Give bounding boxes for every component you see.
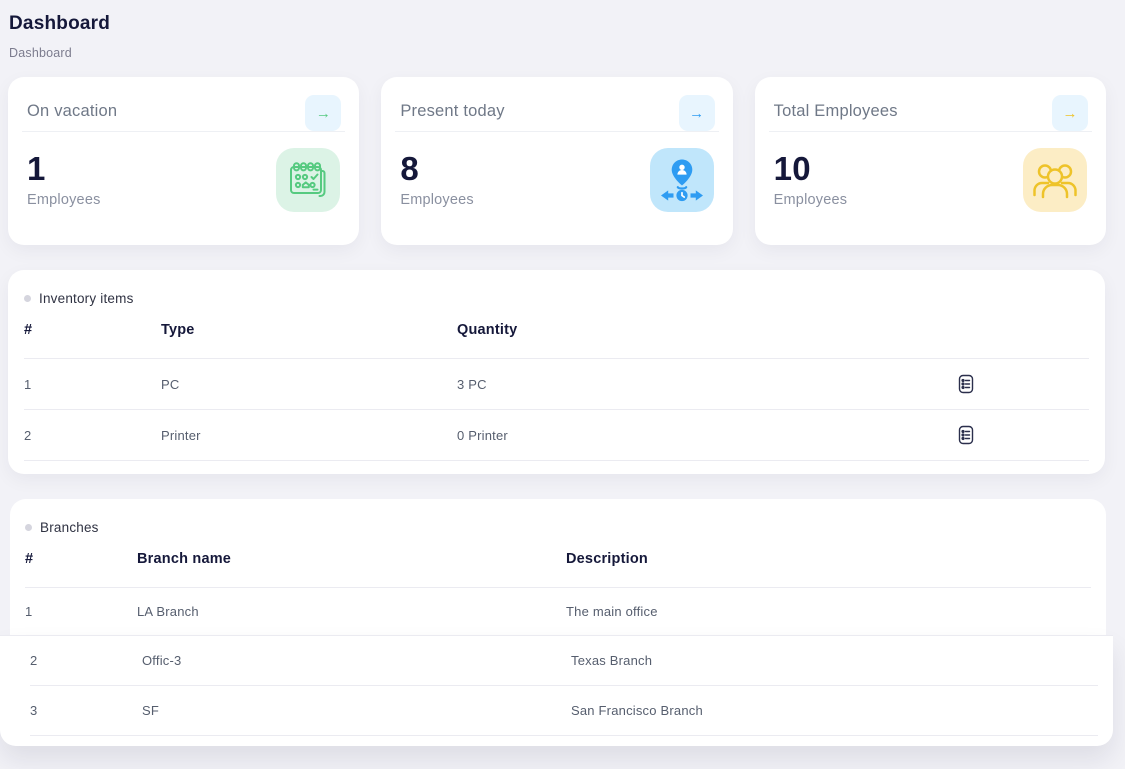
branches-section-title: Branches	[40, 520, 99, 535]
stat-metric: 10 Employees	[774, 152, 848, 208]
inventory-row: 1 PC 3 PC	[24, 359, 1089, 409]
stat-card-total-employees: Total Employees → 10 Employees	[755, 77, 1106, 245]
inventory-table-header: # Type Quantity	[24, 306, 1089, 358]
branch-row: 2 Offic-3 Texas Branch	[30, 636, 1098, 685]
cell-num: 1	[25, 604, 137, 619]
stat-card-title: On vacation	[27, 95, 117, 121]
cell-description: Texas Branch	[571, 653, 1098, 668]
cell-num: 2	[24, 428, 161, 443]
cell-description: The main office	[566, 604, 1091, 619]
cell-num: 3	[30, 703, 142, 718]
stats-row: On vacation → 1 Employees	[8, 77, 1106, 245]
cell-num: 2	[30, 653, 142, 668]
branches-table-header: # Branch name Description	[25, 535, 1091, 587]
inventory-section: Inventory items # Type Quantity 1 PC 3 P…	[8, 270, 1105, 474]
inventory-details-icon[interactable]	[958, 425, 1089, 445]
stat-card-present-today: Present today → 8 Employees	[381, 77, 732, 245]
branch-row: 3 SF San Francisco Branch	[30, 686, 1098, 735]
col-header-branch-name: Branch name	[137, 551, 566, 567]
attendance-pin-icon	[650, 148, 714, 212]
go-to-employees-button[interactable]: →	[1052, 95, 1088, 131]
vacation-calendar-icon	[276, 148, 340, 212]
col-header-type: Type	[161, 322, 457, 338]
cell-description: San Francisco Branch	[571, 703, 1098, 718]
col-header-quantity: Quantity	[457, 322, 958, 338]
cell-branch-name: SF	[142, 703, 571, 718]
inventory-row: 2 Printer 0 Printer	[24, 410, 1089, 460]
stat-card-title: Present today	[400, 95, 504, 121]
stat-metric: 1 Employees	[27, 152, 101, 208]
branch-row: 1 LA Branch The main office	[25, 588, 1091, 635]
stat-value: 1	[27, 152, 101, 185]
stat-card-on-vacation: On vacation → 1 Employees	[8, 77, 359, 245]
section-dot-icon	[25, 524, 32, 531]
cell-type: Printer	[161, 428, 457, 443]
go-to-attendance-button[interactable]: →	[679, 95, 715, 131]
cell-quantity: 0 Printer	[457, 428, 958, 443]
cell-num: 1	[24, 377, 161, 392]
stat-metric: 8 Employees	[400, 152, 474, 208]
cell-quantity: 3 PC	[457, 377, 958, 392]
stat-value: 10	[774, 152, 848, 185]
stat-card-title: Total Employees	[774, 95, 898, 121]
col-header-num: #	[25, 551, 137, 567]
section-dot-icon	[24, 295, 31, 302]
divider	[24, 460, 1089, 461]
stat-unit: Employees	[774, 192, 848, 208]
divider	[769, 131, 1092, 132]
cell-branch-name: Offic-3	[142, 653, 571, 668]
go-to-vacation-button[interactable]: →	[305, 95, 341, 131]
stat-unit: Employees	[400, 192, 474, 208]
divider	[395, 131, 718, 132]
divider	[22, 131, 345, 132]
branches-lower-panel: 2 Offic-3 Texas Branch 3 SF San Francisc…	[0, 635, 1113, 746]
breadcrumb[interactable]: Dashboard	[9, 46, 1125, 60]
inventory-details-icon[interactable]	[958, 374, 1089, 394]
employees-group-icon	[1023, 148, 1087, 212]
page-title: Dashboard	[9, 13, 1125, 35]
stat-value: 8	[400, 152, 474, 185]
col-header-description: Description	[566, 551, 1091, 567]
inventory-section-title: Inventory items	[39, 291, 134, 306]
stat-unit: Employees	[27, 192, 101, 208]
divider	[30, 735, 1098, 736]
branches-section: Branches # Branch name Description 1 LA …	[10, 499, 1106, 635]
cell-type: PC	[161, 377, 457, 392]
col-header-num: #	[24, 322, 161, 338]
cell-branch-name: LA Branch	[137, 604, 566, 619]
